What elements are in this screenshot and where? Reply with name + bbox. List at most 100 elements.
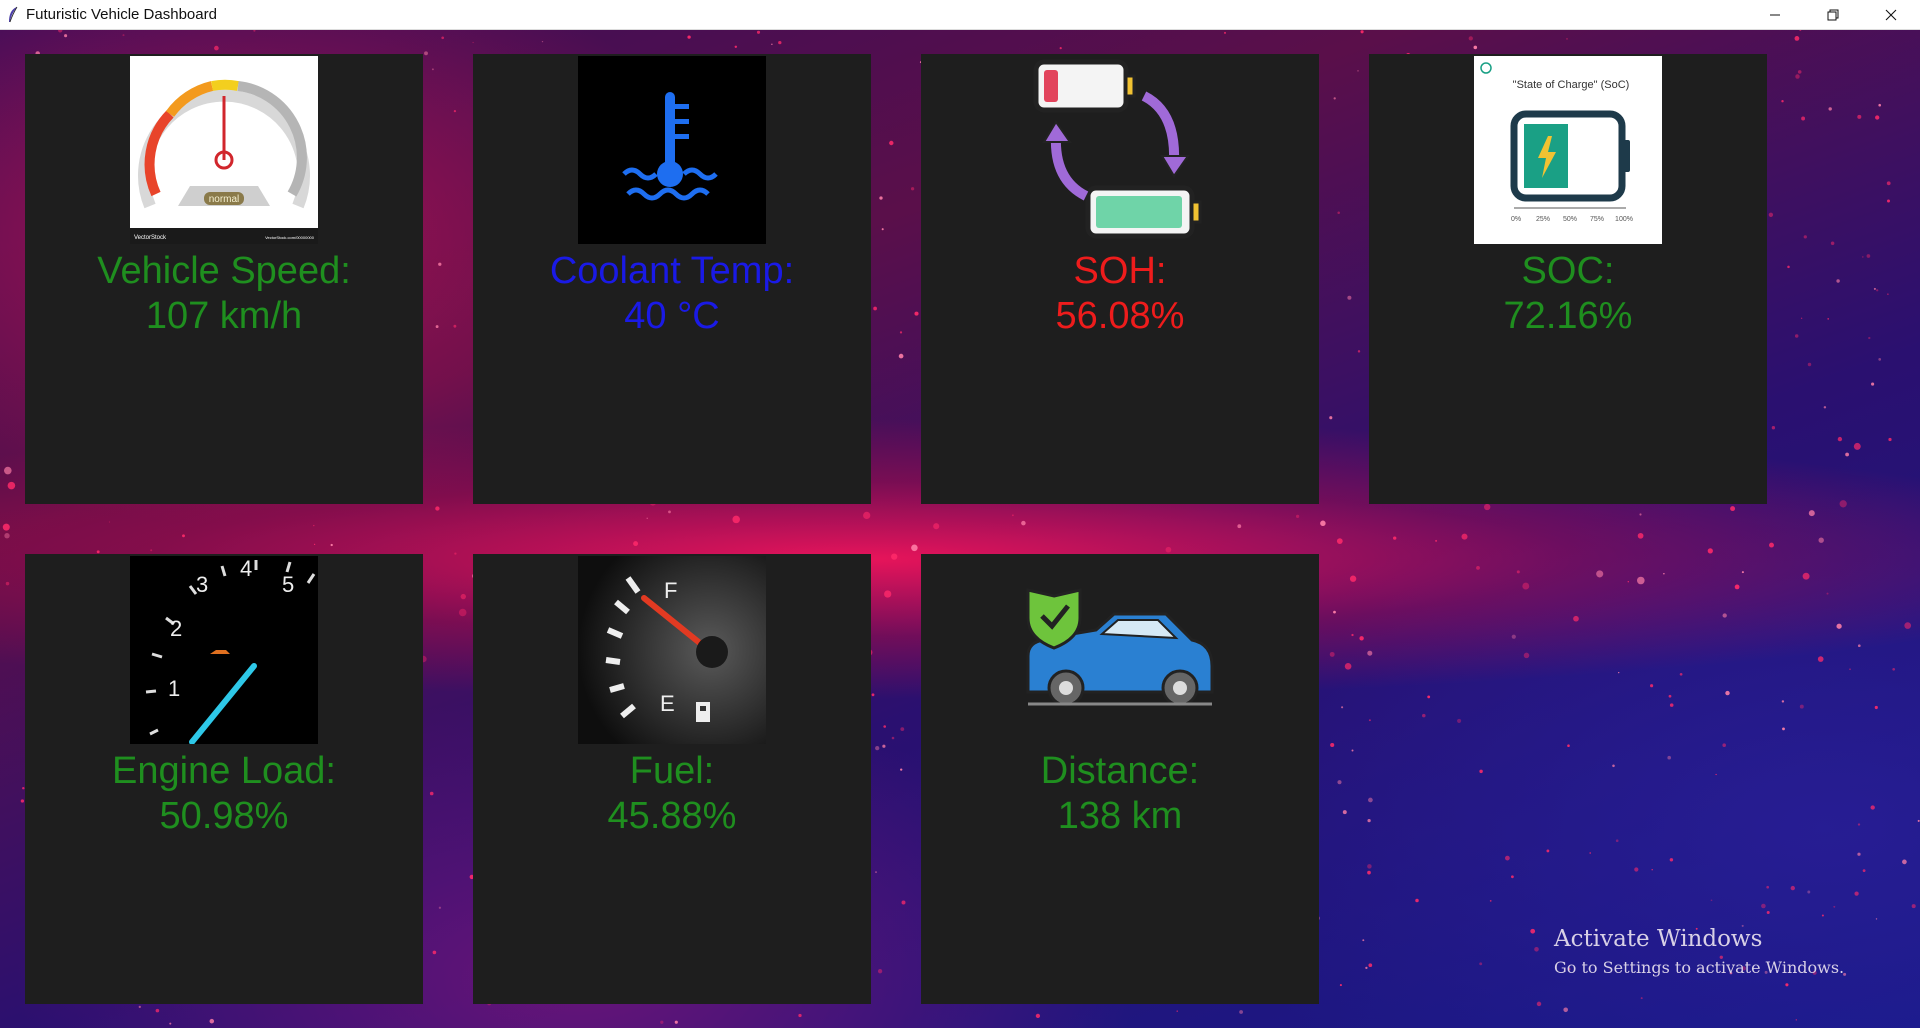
sparkle-dot bbox=[1790, 885, 1795, 891]
sparkle-dot bbox=[209, 1018, 215, 1024]
fuel-label: Fuel: bbox=[629, 750, 715, 792]
sparkle-dot bbox=[1807, 890, 1811, 894]
sparkle-dot bbox=[1878, 358, 1882, 361]
sparkle-dot bbox=[1422, 713, 1426, 718]
sparkle-dot bbox=[1567, 744, 1570, 747]
sparkle-dot bbox=[1566, 38, 1568, 40]
soh-value: 56.08% bbox=[1055, 295, 1185, 337]
sparkle-dot bbox=[1669, 703, 1674, 707]
sparkle-dot bbox=[1651, 868, 1653, 871]
sparkle-dot bbox=[879, 196, 883, 200]
sparkle-dot bbox=[1639, 513, 1642, 516]
sparkle-dot bbox=[891, 736, 895, 740]
coolant-temp-value: 40 °C bbox=[624, 295, 720, 337]
sparkle-dot bbox=[1427, 695, 1431, 699]
sparkle-dot bbox=[472, 41, 474, 44]
sparkle-dot bbox=[1295, 514, 1300, 519]
sparkle-dot bbox=[313, 524, 315, 527]
sparkle-dot bbox=[1837, 436, 1843, 442]
sparkle-dot bbox=[1336, 538, 1343, 544]
tachometer-icon: 1 2 3 4 5 bbox=[130, 556, 318, 744]
svg-text:F: F bbox=[664, 578, 677, 603]
sparkle-dot bbox=[1800, 317, 1803, 319]
sparkle-dot bbox=[1766, 910, 1770, 915]
sparkle-dot bbox=[330, 543, 333, 547]
sparkle-dot bbox=[900, 727, 905, 731]
sparkle-dot bbox=[914, 311, 919, 316]
vehicle-speed-value: 107 km/h bbox=[145, 295, 303, 337]
sparkle-dot bbox=[875, 871, 877, 873]
sparkle-dot bbox=[1634, 867, 1639, 872]
sparkle-dot bbox=[734, 45, 738, 49]
sparkle-dot bbox=[1875, 115, 1880, 120]
sparkle-dot bbox=[687, 35, 691, 39]
sparkle-dot bbox=[1821, 914, 1824, 917]
sparkle-dot bbox=[1886, 181, 1891, 186]
sparkle-dot bbox=[1627, 580, 1630, 583]
sparkle-dot bbox=[1534, 946, 1539, 952]
sparkle-dot bbox=[1849, 668, 1851, 671]
sparkle-dot bbox=[1768, 212, 1774, 217]
sparkle-dot bbox=[933, 523, 940, 530]
sparkle-dot bbox=[458, 608, 467, 617]
sparkle-dot bbox=[1059, 46, 1062, 50]
state-of-charge-icon: "State of Charge" (SoC) 0% 25% 50% 75% 1… bbox=[1474, 56, 1662, 244]
sparkle-dot bbox=[1546, 849, 1550, 853]
sparkle-dot bbox=[1021, 520, 1026, 526]
svg-text:25%: 25% bbox=[1536, 216, 1550, 223]
distance-label: Distance: bbox=[1040, 750, 1200, 792]
sparkle-dot bbox=[1769, 542, 1774, 548]
svg-text:VectorStock.com/00000000: VectorStock.com/00000000 bbox=[265, 235, 315, 240]
sparkle-dot bbox=[1799, 704, 1804, 709]
sparkle-dot bbox=[1857, 823, 1861, 826]
sparkle-dot bbox=[873, 306, 877, 311]
fuel-value: 45.88% bbox=[607, 795, 737, 837]
sparkle-dot bbox=[1035, 1013, 1041, 1019]
activate-windows-watermark: Activate Windows Go to Settings to activ… bbox=[1554, 926, 1844, 977]
close-button[interactable] bbox=[1862, 0, 1920, 29]
sparkle-dot bbox=[1329, 416, 1333, 420]
window-title: Futuristic Vehicle Dashboard bbox=[26, 6, 217, 23]
sparkle-dot bbox=[1836, 623, 1842, 629]
sparkle-dot bbox=[1781, 700, 1785, 703]
sparkle-dot bbox=[910, 187, 915, 191]
sparkle-dot bbox=[1794, 36, 1800, 41]
sparkle-dot bbox=[4, 466, 12, 475]
sparkle-dot bbox=[1866, 254, 1871, 258]
title-bar: Futuristic Vehicle Dashboard bbox=[0, 0, 1920, 30]
sparkle-dot bbox=[1669, 858, 1674, 862]
sparkle-dot bbox=[1468, 36, 1473, 41]
sparkle-dot bbox=[1337, 211, 1340, 214]
sparkle-dot bbox=[1516, 570, 1520, 574]
minimize-button[interactable] bbox=[1746, 0, 1804, 29]
sparkle-dot bbox=[4, 533, 10, 539]
sparkle-dot bbox=[1337, 780, 1342, 785]
coolant-temp-card: Coolant Temp: 40 °C bbox=[473, 54, 871, 504]
sparkle-dot bbox=[1479, 769, 1483, 774]
restore-button[interactable] bbox=[1804, 0, 1862, 29]
sparkle-dot bbox=[1875, 918, 1878, 920]
close-icon bbox=[1885, 9, 1897, 20]
engine-load-card: 1 2 3 4 5 Engine Load: 50.98% bbox=[25, 554, 423, 1004]
sparkle-dot bbox=[1415, 898, 1419, 903]
sparkle-dot bbox=[441, 36, 445, 40]
sparkle-dot bbox=[1853, 442, 1861, 450]
sparkle-dot bbox=[1817, 656, 1824, 662]
sparkle-dot bbox=[1871, 382, 1875, 386]
sparkle-dot bbox=[1511, 634, 1516, 639]
sparkle-dot bbox=[1876, 289, 1879, 292]
sparkle-dot bbox=[1530, 928, 1536, 934]
restore-icon bbox=[1827, 9, 1839, 20]
sparkle-dot bbox=[900, 768, 903, 771]
sparkle-dot bbox=[771, 43, 773, 45]
sparkle-dot bbox=[2, 523, 10, 531]
sparkle-dot bbox=[1596, 570, 1604, 578]
sparkle-dot bbox=[435, 506, 440, 511]
sparkle-dot bbox=[1892, 667, 1896, 671]
sparkle-dot bbox=[1827, 318, 1830, 320]
sparkle-dot bbox=[1650, 684, 1654, 688]
sparkle-dot bbox=[1887, 199, 1890, 203]
sparkle-dot bbox=[1715, 773, 1717, 776]
sparkle-dot bbox=[1522, 582, 1530, 590]
sparkle-dot bbox=[1637, 532, 1644, 539]
